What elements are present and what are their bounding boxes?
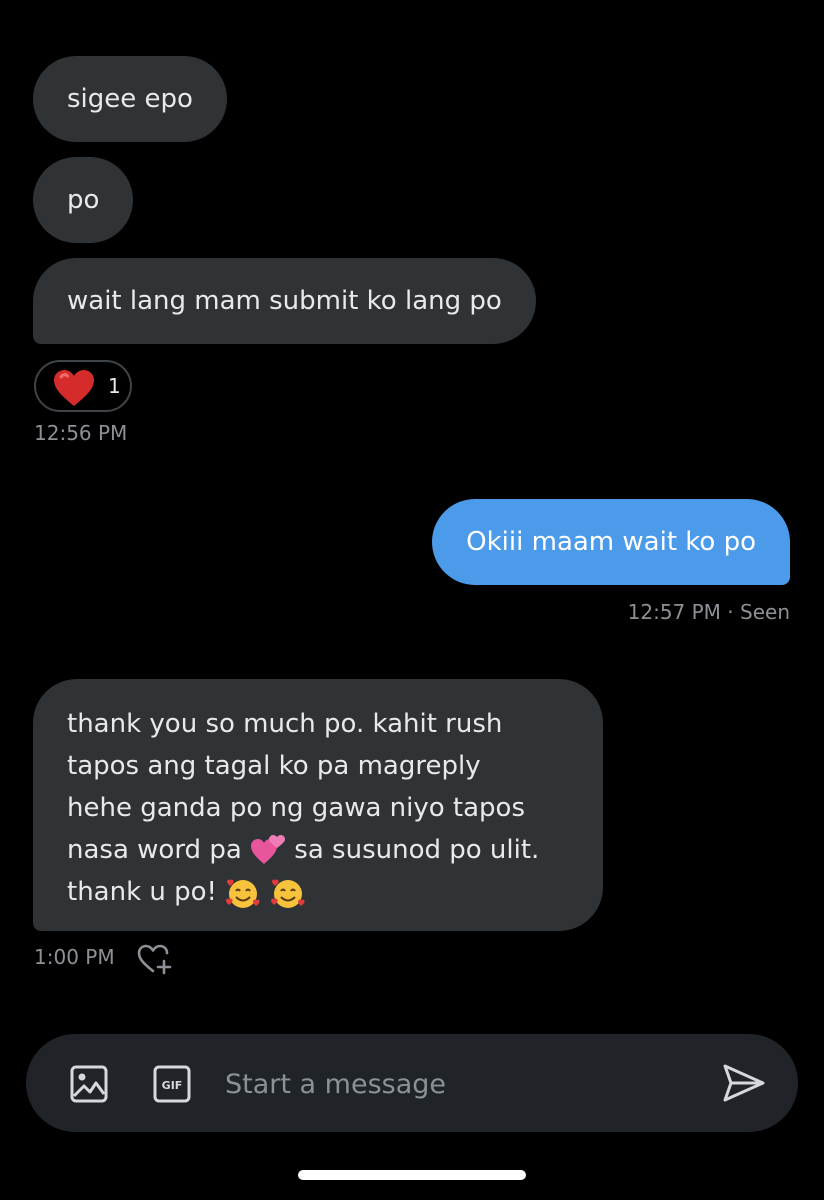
message-text: wait lang mam submit ko lang po (67, 286, 502, 316)
smiling-face-with-hearts-icon (226, 879, 260, 908)
smiling-face-with-hearts-icon (270, 879, 305, 908)
message-line: thank you so much po. kahit rush (67, 709, 503, 739)
sent-message-bubble[interactable]: Okiii maam wait ko po (432, 499, 790, 585)
red-heart-icon (54, 370, 94, 406)
received-message-bubble[interactable]: sigee epo (33, 56, 227, 142)
message-timestamp: 12:56 PM (34, 421, 128, 445)
message-text: Okiii maam wait ko po (466, 527, 756, 557)
message-text: nasa word pa (67, 835, 242, 865)
image-icon[interactable] (69, 1064, 109, 1104)
message-line: thank u po! (67, 871, 573, 913)
received-message-bubble[interactable]: wait lang mam submit ko lang po (33, 258, 536, 344)
reaction-count: 1 (108, 374, 121, 398)
home-indicator (298, 1170, 526, 1180)
message-timestamp-seen: 12:57 PM · Seen (627, 600, 790, 624)
message-line: tapos ang tagal ko pa magreply (67, 751, 481, 781)
message-text: po (67, 185, 100, 215)
gif-label: GIF (162, 1079, 183, 1092)
message-timestamp: 1:00 PM (34, 945, 115, 969)
message-composer: GIF (26, 1034, 798, 1132)
message-text: thank u po! (67, 877, 217, 907)
received-message-bubble[interactable]: thank you so much po. kahit rush tapos a… (33, 679, 603, 931)
reaction-pill[interactable]: 1 (34, 360, 132, 412)
message-text: sigee epo (67, 84, 193, 114)
send-icon[interactable] (722, 1062, 766, 1104)
message-line: nasa word pa sa susunod po ulit. (67, 829, 573, 871)
message-input[interactable] (223, 1062, 697, 1106)
received-message-bubble[interactable]: po (33, 157, 134, 243)
add-reaction-heart-icon[interactable] (136, 942, 174, 976)
message-text: sa susunod po ulit. (294, 835, 540, 865)
message-line: hehe ganda po ng gawa niyo tapos (67, 793, 525, 823)
two-hearts-icon (251, 834, 286, 864)
gif-icon[interactable]: GIF (152, 1064, 192, 1104)
